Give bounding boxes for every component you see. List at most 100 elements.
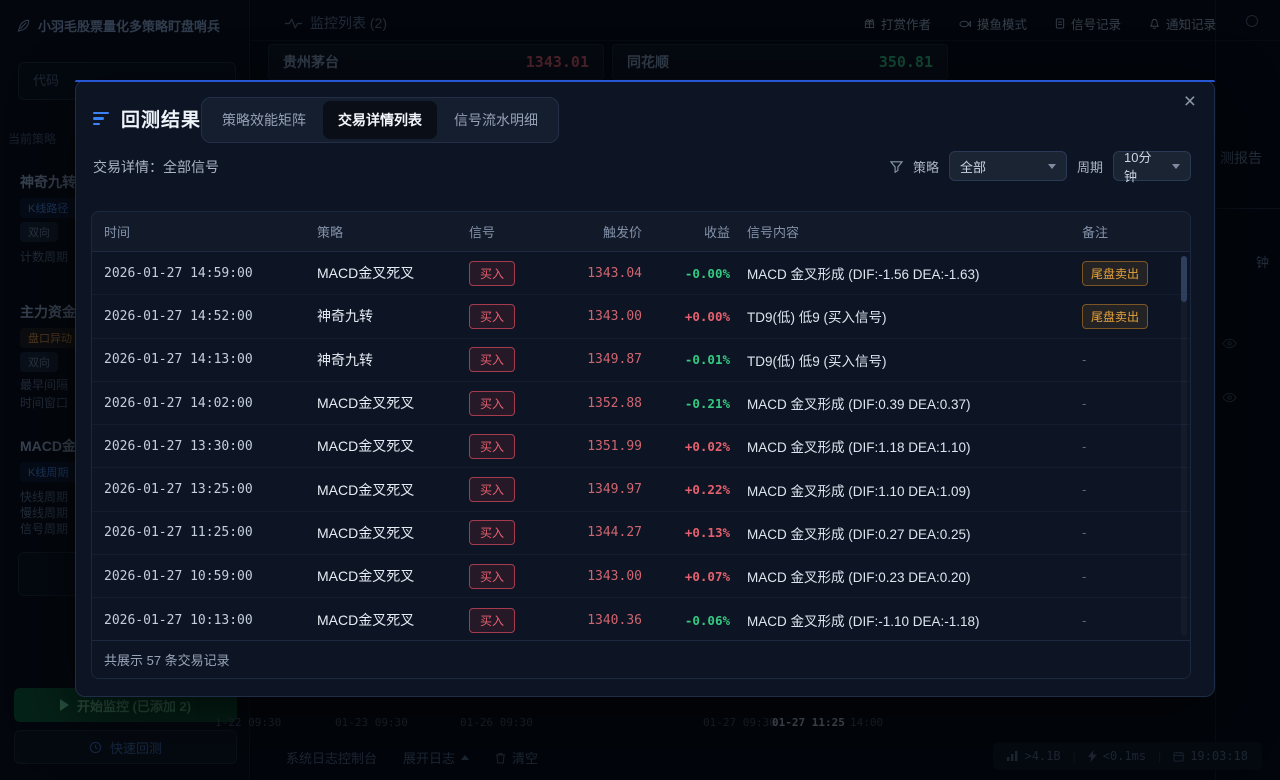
table-header: 时间 策略 信号 触发价 收益 信号内容 备注 xyxy=(92,212,1190,252)
cell-trigger-price: 1349.87 xyxy=(547,352,642,367)
cell-strategy: MACD金叉死叉 xyxy=(317,523,469,543)
buy-signal-badge: 买入 xyxy=(469,520,515,545)
table-row[interactable]: 2026-01-27 13:25:00 MACD金叉死叉 买入 1349.97 … xyxy=(92,468,1190,511)
cell-pnl: -0.06% xyxy=(642,613,730,628)
cell-signal-content: MACD 金叉形成 (DIF:-1.10 DEA:-1.18) xyxy=(730,610,1070,630)
cell-strategy: 神奇九转 xyxy=(317,306,469,326)
scrollbar-thumb[interactable] xyxy=(1181,256,1187,302)
note-badge: 尾盘卖出 xyxy=(1082,261,1148,286)
table-row[interactable]: 2026-01-27 14:02:00 MACD金叉死叉 买入 1352.88 … xyxy=(92,382,1190,425)
filter-sort-icon xyxy=(93,112,109,126)
close-icon[interactable]: × xyxy=(1184,91,1196,112)
cell-signal: 买入 xyxy=(469,608,547,633)
cell-note: - xyxy=(1070,352,1178,367)
tab-trade-details[interactable]: 交易详情列表 xyxy=(323,101,437,139)
trades-table: 时间 策略 信号 触发价 收益 信号内容 备注 2026-01-27 14:59… xyxy=(91,211,1191,679)
table-body: 2026-01-27 14:59:00 MACD金叉死叉 买入 1343.04 … xyxy=(92,252,1190,642)
period-filter-label: 周期 xyxy=(1077,157,1103,176)
record-count-text: 共展示 57 条交易记录 xyxy=(104,650,230,669)
col-signal-content: 信号内容 xyxy=(730,222,1070,241)
cell-trigger-price: 1351.99 xyxy=(547,439,642,454)
cell-time: 2026-01-27 14:52:00 xyxy=(104,309,317,324)
table-row[interactable]: 2026-01-27 14:52:00 神奇九转 买入 1343.00 +0.0… xyxy=(92,295,1190,338)
cell-note: 尾盘卖出 xyxy=(1070,304,1178,329)
table-row[interactable]: 2026-01-27 11:25:00 MACD金叉死叉 买入 1344.27 … xyxy=(92,512,1190,555)
cell-time: 2026-01-27 13:30:00 xyxy=(104,439,317,454)
cell-strategy: MACD金叉死叉 xyxy=(317,480,469,500)
cell-signal: 买入 xyxy=(469,391,547,416)
cell-pnl: -0.00% xyxy=(642,266,730,281)
cell-signal-content: MACD 金叉形成 (DIF:-1.56 DEA:-1.63) xyxy=(730,263,1070,283)
cell-pnl: +0.13% xyxy=(642,525,730,540)
cell-signal-content: MACD 金叉形成 (DIF:0.39 DEA:0.37) xyxy=(730,393,1070,413)
cell-pnl: -0.21% xyxy=(642,396,730,411)
strategy-select[interactable]: 全部 xyxy=(949,151,1067,181)
col-note: 备注 xyxy=(1070,222,1178,241)
buy-signal-badge: 买入 xyxy=(469,304,515,329)
cell-note: - xyxy=(1070,439,1178,454)
cell-strategy: MACD金叉死叉 xyxy=(317,566,469,586)
table-row[interactable]: 2026-01-27 14:13:00 神奇九转 买入 1349.87 -0.0… xyxy=(92,339,1190,382)
cell-signal: 买入 xyxy=(469,477,547,502)
cell-trigger-price: 1343.00 xyxy=(547,569,642,584)
cell-signal-content: TD9(低) 低9 (买入信号) xyxy=(730,306,1070,326)
cell-signal: 买入 xyxy=(469,261,547,286)
cell-signal: 买入 xyxy=(469,434,547,459)
cell-strategy: 神奇九转 xyxy=(317,350,469,370)
period-select[interactable]: 10分钟 xyxy=(1113,151,1191,181)
strategy-filter-label: 策略 xyxy=(913,157,939,176)
col-time: 时间 xyxy=(104,222,317,241)
cell-strategy: MACD金叉死叉 xyxy=(317,436,469,456)
cell-trigger-price: 1343.04 xyxy=(547,266,642,281)
col-strategy: 策略 xyxy=(317,222,469,241)
table-row[interactable]: 2026-01-27 10:13:00 MACD金叉死叉 买入 1340.36 … xyxy=(92,598,1190,641)
cell-signal-content: MACD 金叉形成 (DIF:0.23 DEA:0.20) xyxy=(730,566,1070,586)
app-window: 小羽毛股票量化多策略盯盘哨兵 代码 当前策略 神奇九转 K线路径 双向 计数周期… xyxy=(0,0,1280,780)
col-pnl: 收益 xyxy=(642,222,730,241)
cell-pnl: +0.07% xyxy=(642,569,730,584)
cell-time: 2026-01-27 10:13:00 xyxy=(104,613,317,628)
cell-note: - xyxy=(1070,482,1178,497)
table-row[interactable]: 2026-01-27 13:30:00 MACD金叉死叉 买入 1351.99 … xyxy=(92,425,1190,468)
filter-controls: 策略 全部 周期 10分钟 xyxy=(890,151,1191,181)
funnel-icon xyxy=(890,160,903,173)
cell-note: - xyxy=(1070,613,1178,628)
cell-strategy: MACD金叉死叉 xyxy=(317,263,469,283)
cell-signal-content: MACD 金叉形成 (DIF:1.18 DEA:1.10) xyxy=(730,436,1070,456)
cell-time: 2026-01-27 10:59:00 xyxy=(104,569,317,584)
cell-trigger-price: 1352.88 xyxy=(547,396,642,411)
cell-signal: 买入 xyxy=(469,304,547,329)
cell-pnl: +0.22% xyxy=(642,482,730,497)
cell-pnl: -0.01% xyxy=(642,352,730,367)
cell-signal: 买入 xyxy=(469,347,547,372)
chevron-down-icon xyxy=(1048,164,1056,169)
cell-signal-content: MACD 金叉形成 (DIF:0.27 DEA:0.25) xyxy=(730,523,1070,543)
cell-time: 2026-01-27 14:13:00 xyxy=(104,352,317,367)
trade-details-subtitle: 交易详情：全部信号 xyxy=(93,157,219,177)
backtest-results-modal: 回测结果 策略效能矩阵 交易详情列表 信号流水明细 × 交易详情：全部信号 策略… xyxy=(75,80,1215,697)
cell-time: 2026-01-27 14:02:00 xyxy=(104,396,317,411)
cell-signal: 买入 xyxy=(469,520,547,545)
table-row[interactable]: 2026-01-27 10:59:00 MACD金叉死叉 买入 1343.00 … xyxy=(92,555,1190,598)
buy-signal-badge: 买入 xyxy=(469,434,515,459)
cell-note: 尾盘卖出 xyxy=(1070,261,1178,286)
modal-title: 回测结果 xyxy=(121,105,201,132)
cell-note: - xyxy=(1070,396,1178,411)
tab-strategy-matrix[interactable]: 策略效能矩阵 xyxy=(207,101,321,139)
modal-title-row: 回测结果 xyxy=(93,105,201,132)
cell-trigger-price: 1349.97 xyxy=(547,482,642,497)
tab-signal-flow[interactable]: 信号流水明细 xyxy=(439,101,553,139)
cell-strategy: MACD金叉死叉 xyxy=(317,610,469,630)
table-row[interactable]: 2026-01-27 14:59:00 MACD金叉死叉 买入 1343.04 … xyxy=(92,252,1190,295)
table-scrollbar[interactable] xyxy=(1181,256,1187,636)
modal-tab-bar: 策略效能矩阵 交易详情列表 信号流水明细 xyxy=(201,97,559,143)
cell-trigger-price: 1343.00 xyxy=(547,309,642,324)
cell-note: - xyxy=(1070,569,1178,584)
buy-signal-badge: 买入 xyxy=(469,564,515,589)
col-signal: 信号 xyxy=(469,222,547,241)
cell-time: 2026-01-27 13:25:00 xyxy=(104,482,317,497)
col-trigger-price: 触发价 xyxy=(547,222,642,241)
buy-signal-badge: 买入 xyxy=(469,608,515,633)
cell-trigger-price: 1340.36 xyxy=(547,613,642,628)
buy-signal-badge: 买入 xyxy=(469,261,515,286)
